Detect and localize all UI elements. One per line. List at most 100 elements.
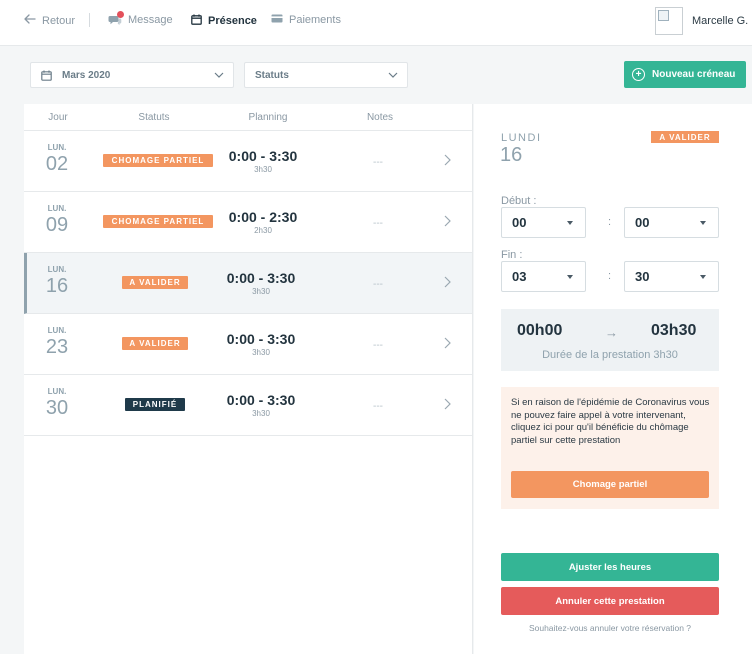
- notice-text: Si en raison de l'épidémie de Coronaviru…: [511, 397, 710, 446]
- day-number: 23: [45, 336, 69, 358]
- end-minute-select[interactable]: 30: [624, 261, 719, 292]
- day-abbr: LUN.: [47, 143, 67, 152]
- day-number: 09: [45, 214, 69, 236]
- chomage-partiel-button[interactable]: Chomage partiel: [511, 471, 709, 498]
- month-select[interactable]: Mars 2020: [30, 62, 234, 88]
- chevron-right-icon[interactable]: [443, 214, 451, 232]
- day-abbr: LUN.: [47, 326, 67, 335]
- status-select-value: Statuts: [255, 69, 289, 81]
- end-hour-select[interactable]: 03: [501, 261, 586, 292]
- column-header-planning: Planning: [248, 112, 288, 123]
- user-name[interactable]: Marcelle G.: [692, 15, 748, 27]
- planning-time: 0:00 - 3:30: [226, 392, 296, 408]
- caret-down-icon: [567, 221, 573, 225]
- cancel-reservation-link[interactable]: Souhaitez-vous annuler votre réservation…: [501, 623, 719, 633]
- cancel-service-button[interactable]: Annuler cette prestation: [501, 587, 719, 615]
- nav-message-label: Message: [128, 14, 173, 26]
- time-separator: :: [608, 270, 612, 282]
- table-row[interactable]: LUN. 09 CHOMAGE PARTIEL 0:00 - 2:30 2h30…: [24, 192, 472, 253]
- column-header-notes: Notes: [366, 112, 394, 123]
- panel-weekday: LUNDI: [501, 132, 542, 144]
- caret-down-icon: [567, 275, 573, 279]
- table-row[interactable]: LUN. 23 A VALIDER 0:00 - 3:30 3h30 ---: [24, 314, 472, 375]
- planning-time: 0:00 - 3:30: [226, 270, 296, 286]
- avatar[interactable]: [655, 7, 683, 35]
- chevron-down-icon: [387, 69, 399, 84]
- status-badge: PLANIFIÉ: [125, 398, 185, 411]
- notes-value: ---: [373, 279, 383, 290]
- notification-dot: [117, 11, 124, 18]
- new-slot-label: Nouveau créneau: [652, 69, 736, 80]
- chevron-right-icon[interactable]: [443, 275, 451, 293]
- chat-icon: [108, 11, 124, 26]
- nav-paiements-label: Paiements: [289, 14, 341, 26]
- credit-card-icon: [271, 14, 283, 26]
- notes-value: ---: [373, 340, 383, 351]
- chevron-right-icon[interactable]: [443, 397, 451, 415]
- calendar-icon: [191, 14, 202, 28]
- back-label: Retour: [42, 14, 76, 27]
- start-label: Début :: [501, 195, 537, 207]
- back-link[interactable]: Retour: [24, 14, 75, 27]
- table-row[interactable]: LUN. 30 PLANIFIÉ 0:00 - 3:30 3h30 ---: [24, 375, 472, 436]
- day-number: 16: [45, 275, 69, 297]
- planning-duration: 3h30: [252, 287, 270, 296]
- day-number: 30: [45, 397, 69, 419]
- status-badge: A VALIDER: [122, 276, 188, 289]
- new-slot-button[interactable]: + Nouveau créneau: [624, 61, 746, 88]
- planning-duration: 2h30: [254, 226, 272, 235]
- month-select-value: Mars 2020: [62, 69, 111, 81]
- nav-presence-label: Présence: [208, 15, 257, 27]
- planning-duration: 3h30: [252, 348, 270, 357]
- day-abbr: LUN.: [47, 204, 67, 213]
- notes-value: ---: [373, 401, 383, 412]
- table-header: Jour Statuts Planning Notes: [24, 104, 472, 131]
- day-abbr: LUN.: [47, 387, 67, 396]
- status-badge: A VALIDER: [122, 337, 188, 350]
- adjust-hours-button[interactable]: Ajuster les heures: [501, 553, 719, 581]
- slot-detail-panel: LUNDI 16 A VALIDER Début : 00 : 00 Fin :…: [474, 104, 752, 654]
- planning-time: 0:00 - 3:30: [226, 331, 296, 347]
- time-separator: :: [608, 216, 612, 228]
- status-badge: A VALIDER: [651, 131, 719, 143]
- status-badge: CHOMAGE PARTIEL: [103, 154, 213, 167]
- summary-duration: Durée de la prestation 3h30: [542, 349, 678, 361]
- table-row-selected[interactable]: LUN. 16 A VALIDER 0:00 - 3:30 3h30 ---: [24, 253, 472, 314]
- column-header-status: Statuts: [138, 112, 170, 123]
- planning-duration: 3h30: [252, 409, 270, 418]
- nav-message[interactable]: Message: [108, 11, 173, 26]
- summary-end-time: 03h30: [651, 322, 697, 339]
- chevron-right-icon[interactable]: [443, 153, 451, 171]
- day-number: 02: [45, 153, 69, 175]
- column-header-day: Jour: [48, 112, 68, 123]
- arrow-right-icon: →: [605, 325, 618, 340]
- planning-time: 0:00 - 3:30: [228, 148, 298, 164]
- slots-table: Jour Statuts Planning Notes LUN. 02 CHOM…: [24, 104, 473, 654]
- start-minute-select[interactable]: 00: [624, 207, 719, 238]
- caret-down-icon: [700, 221, 706, 225]
- nav-presence[interactable]: Présence: [191, 14, 257, 28]
- end-minute-value: 30: [635, 269, 650, 284]
- start-hour-value: 00: [512, 215, 527, 230]
- status-select[interactable]: Statuts: [244, 62, 408, 88]
- summary-start-time: 00h00: [517, 322, 563, 339]
- plus-circle-icon: +: [632, 68, 645, 81]
- arrow-left-icon: [24, 14, 36, 27]
- end-hour-value: 03: [512, 269, 527, 284]
- chevron-down-icon: [213, 69, 225, 84]
- chevron-right-icon[interactable]: [443, 336, 451, 354]
- caret-down-icon: [700, 275, 706, 279]
- table-row[interactable]: LUN. 02 CHOMAGE PARTIEL 0:00 - 3:30 3h30…: [24, 131, 472, 192]
- start-minute-value: 00: [635, 215, 650, 230]
- start-hour-select[interactable]: 00: [501, 207, 586, 238]
- status-badge: CHOMAGE PARTIEL: [103, 215, 213, 228]
- duration-summary: 00h00 → 03h30 Durée de la prestation 3h3…: [501, 309, 719, 371]
- end-label: Fin :: [501, 249, 523, 261]
- notes-value: ---: [373, 218, 383, 229]
- nav-divider: [89, 13, 90, 27]
- top-navigation: Retour Message Présence Paiements Marcel…: [0, 0, 752, 46]
- planning-duration: 3h30: [254, 165, 272, 174]
- planning-time: 0:00 - 2:30: [228, 209, 298, 225]
- panel-day-number: 16: [500, 144, 523, 166]
- nav-paiements[interactable]: Paiements: [271, 14, 341, 26]
